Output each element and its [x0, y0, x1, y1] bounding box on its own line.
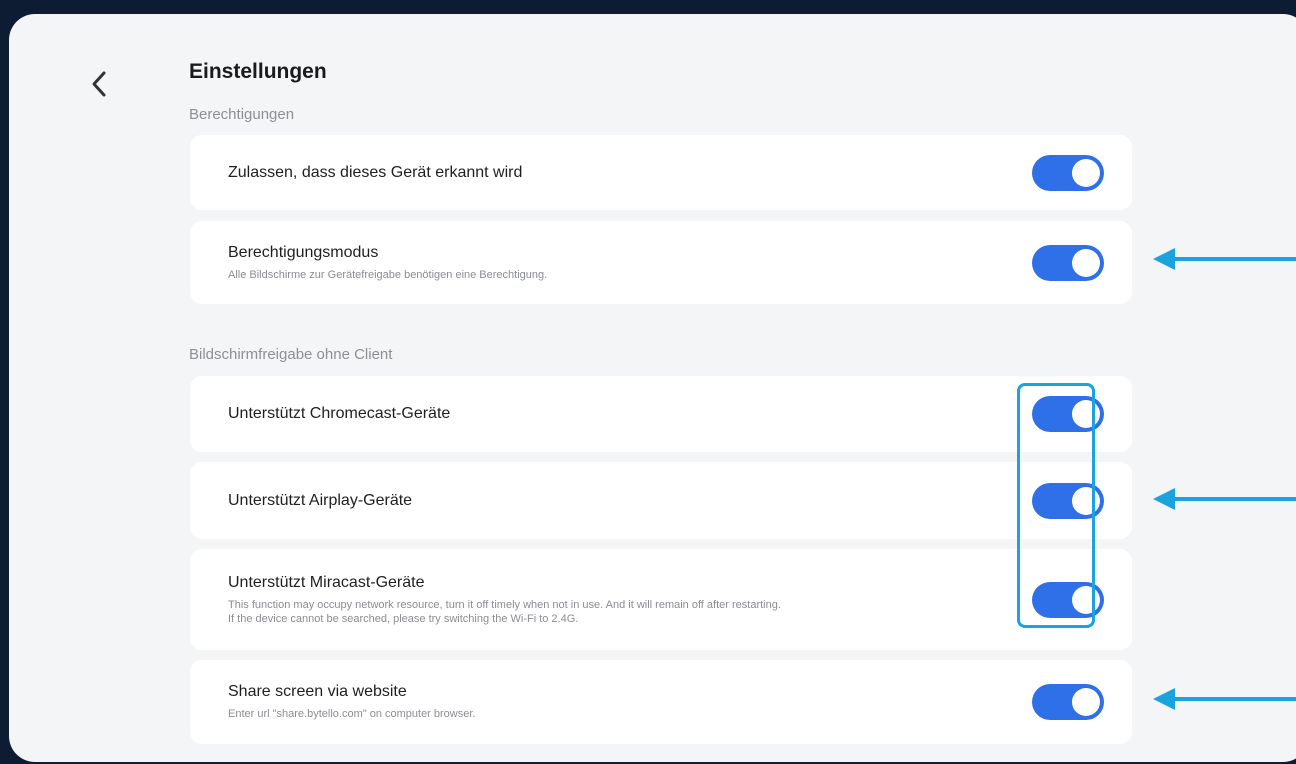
- annotation-highlight-box: [1017, 383, 1095, 628]
- setting-card-chromecast: Unterstützt Chromecast-Geräte: [190, 376, 1132, 452]
- section-heading-clientless-sharing: Bildschirmfreigabe ohne Client: [189, 346, 393, 363]
- setting-label: Unterstützt Chromecast-Geräte: [228, 405, 451, 422]
- toggle-knob: [1072, 158, 1100, 187]
- back-button[interactable]: [81, 66, 117, 102]
- setting-label: Unterstützt Miracast-Geräte: [228, 573, 425, 591]
- page-title: Einstellungen: [189, 60, 327, 83]
- setting-card-airplay: Unterstützt Airplay-Geräte: [190, 462, 1132, 539]
- toggle-knob: [1072, 688, 1100, 716]
- setting-description-line: If the device cannot be searched, please…: [228, 612, 579, 625]
- setting-card-discoverable: Zulassen, dass dieses Gerät erkannt wird: [190, 135, 1132, 210]
- permission-mode-toggle[interactable]: [1032, 244, 1104, 281]
- discoverable-toggle[interactable]: [1032, 154, 1104, 191]
- setting-description: Alle Bildschirme zur Gerätefreigabe benö…: [228, 268, 548, 281]
- setting-description: This function may occupy network resourc…: [228, 598, 1132, 626]
- setting-card-miracast: Unterstützt Miracast-Geräte This functio…: [190, 549, 1132, 650]
- setting-label: Berechtigungsmodus: [228, 243, 379, 261]
- setting-label: Share screen via website: [228, 683, 407, 700]
- setting-card-permission-mode: Berechtigungsmodus Alle Bildschirme zur …: [190, 221, 1132, 304]
- section-heading-permissions: Berechtigungen: [189, 106, 295, 123]
- setting-card-share-website: Share screen via website Enter url "shar…: [190, 660, 1132, 744]
- setting-label: Unterstützt Airplay-Geräte: [228, 491, 413, 509]
- setting-description-line: This function may occupy network resourc…: [228, 598, 781, 611]
- annotation-arrow-icon: [1153, 488, 1296, 510]
- annotation-arrow-icon: [1153, 688, 1296, 710]
- toggle-knob: [1072, 248, 1100, 277]
- setting-description: Enter url "share.bytello.com" on compute…: [228, 708, 476, 720]
- share-website-toggle[interactable]: [1032, 684, 1104, 720]
- annotation-arrow-icon: [1153, 248, 1296, 270]
- settings-panel: Einstellungen Berechtigungen Zulassen, d…: [9, 14, 1296, 762]
- chevron-left-icon: [92, 71, 106, 97]
- setting-label: Zulassen, dass dieses Gerät erkannt wird: [228, 163, 523, 181]
